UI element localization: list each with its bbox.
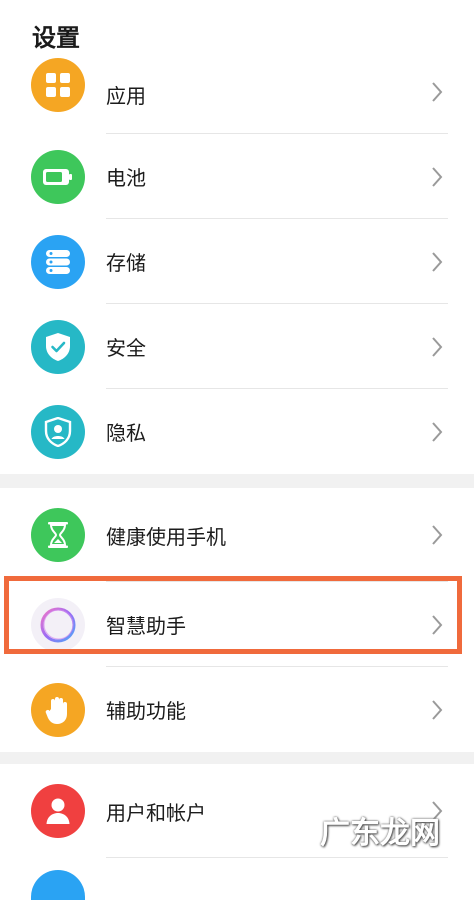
chevron-right-icon [432,525,443,545]
section-gap [0,752,474,764]
settings-item-label: 用户和帐户 [106,800,206,825]
settings-item-label: 电池 [106,166,146,190]
settings-list: 应用 电池 存储 安全 隐私 健康使用手机 智慧助手 辅助功能 用户和帐户 [0,50,474,900]
privacy-shield-icon [31,404,85,459]
storage-icon [31,234,85,289]
settings-item-battery[interactable]: 电池 [0,134,474,219]
page-title: 设置 [32,24,80,52]
settings-item-storage[interactable]: 存储 [0,219,474,304]
settings-item-partial[interactable] [0,858,474,900]
chevron-right-icon [432,166,443,187]
settings-item-label: 辅助功能 [106,699,186,723]
user-icon [31,784,85,838]
settings-item-digital-balance[interactable]: 健康使用手机 [0,488,474,582]
chevron-right-icon [432,421,443,442]
settings-item-privacy[interactable]: 隐私 [0,389,474,474]
chevron-right-icon [432,699,443,720]
watermark-text: 广东龙网 [320,816,440,851]
settings-item-label: 隐私 [106,421,146,445]
hourglass-icon [31,508,85,562]
settings-item-smart-assistant[interactable]: 智慧助手 [0,582,474,667]
chevron-right-icon [432,82,443,102]
settings-item-apps[interactable]: 应用 [0,50,474,134]
shield-check-icon [31,319,85,374]
settings-item-label: 智慧助手 [106,614,186,638]
battery-icon [31,149,85,204]
settings-item-label: 安全 [106,336,146,360]
settings-item-accessibility[interactable]: 辅助功能 [0,667,474,752]
settings-item-security[interactable]: 安全 [0,304,474,389]
section-gap [0,474,474,488]
chevron-right-icon [432,614,443,635]
settings-item-label: 健康使用手机 [106,524,226,549]
chevron-right-icon [432,251,443,272]
chevron-right-icon [432,336,443,357]
assistant-ring-icon [31,597,85,652]
partial-blue-icon [31,870,85,900]
settings-item-label: 存储 [106,251,146,275]
settings-item-label: 应用 [106,84,146,108]
hand-icon [31,682,85,737]
apps-grid-icon [31,58,85,112]
